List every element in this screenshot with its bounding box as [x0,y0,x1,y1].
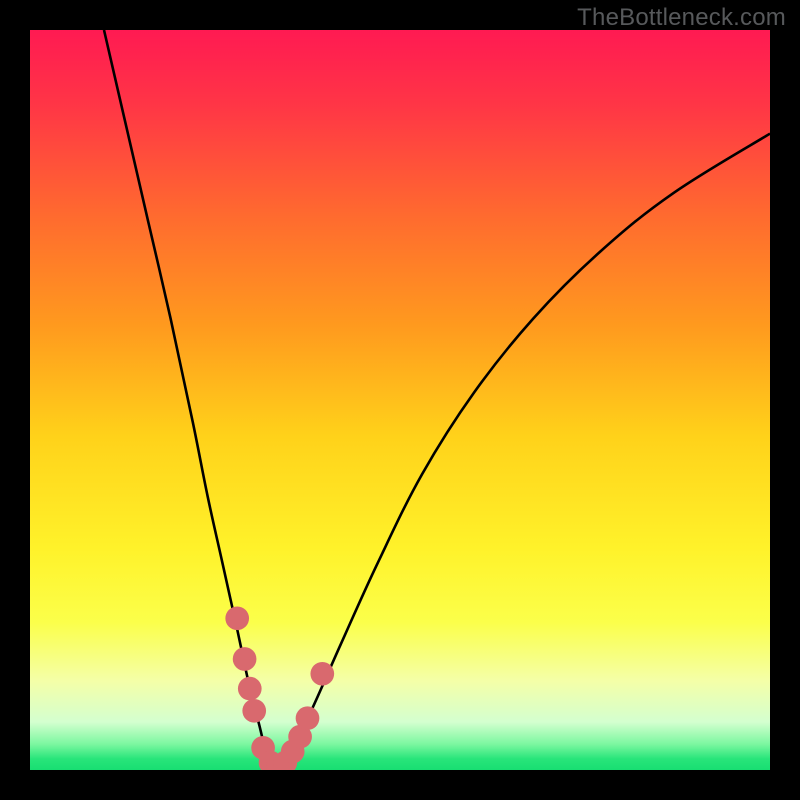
data-marker [238,677,262,701]
data-marker [296,706,320,730]
plot-area [30,30,770,770]
curve-layer [30,30,770,770]
chart-frame: TheBottleneck.com [0,0,800,800]
watermark-text: TheBottleneck.com [577,4,786,32]
data-marker [233,647,257,671]
data-marker [242,699,266,723]
data-marker [310,662,334,686]
data-markers [225,606,334,770]
curve-right [274,134,770,770]
data-marker [225,606,249,630]
